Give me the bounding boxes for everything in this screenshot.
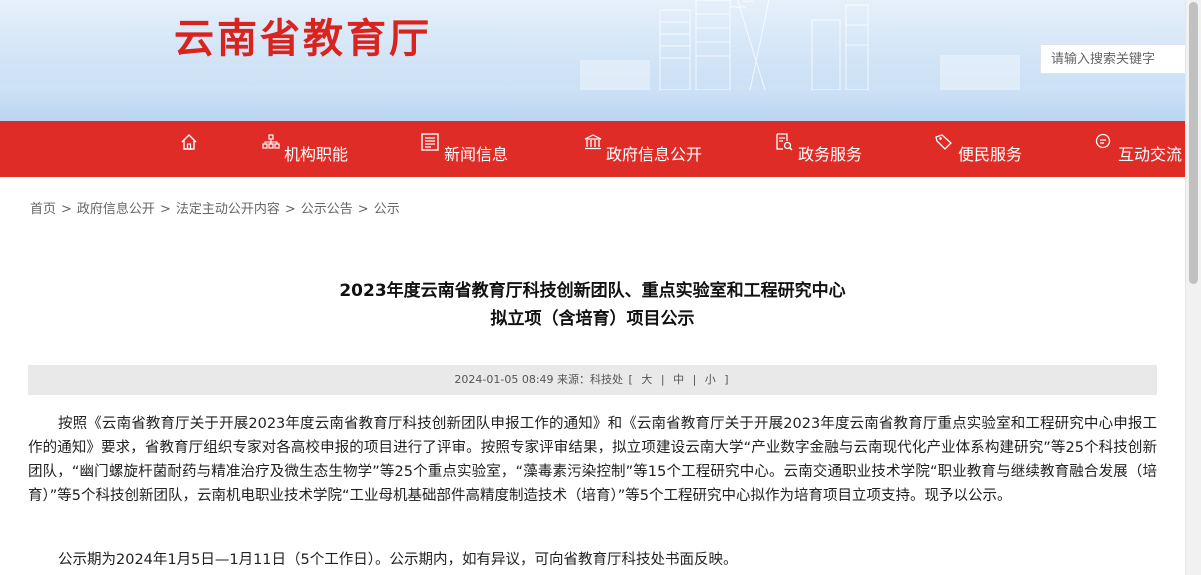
- nav-item-label: 政府信息公开: [606, 145, 703, 164]
- site-banner: 云南省教育厅: [0, 0, 1201, 121]
- bracket-close: ]: [724, 373, 729, 386]
- site-title[interactable]: 云南省教育厅: [174, 14, 432, 64]
- breadcrumb-announcements[interactable]: 公示公告: [301, 202, 353, 217]
- nav-home[interactable]: [180, 121, 202, 177]
- article-meta-bar: 2024-01-05 08:49 来源：科技处 [ 大 | 中 | 小 ]: [28, 365, 1157, 395]
- font-size-divider: |: [692, 373, 697, 386]
- nav-item-news[interactable]: 新闻信息: [420, 121, 508, 177]
- breadcrumb-home[interactable]: 首页: [30, 202, 56, 217]
- breadcrumb-public-notice[interactable]: 公示: [374, 202, 400, 217]
- font-size-divider: |: [660, 373, 665, 386]
- nav-item-label: 政务服务: [798, 145, 863, 164]
- breadcrumb-separator: >: [357, 202, 369, 217]
- home-icon: [180, 133, 198, 155]
- nav-item-label: 新闻信息: [444, 145, 509, 164]
- banner-band: [0, 86, 1201, 121]
- chat-bubble-icon: [1094, 133, 1114, 155]
- breadcrumb-separator: >: [159, 202, 171, 217]
- breadcrumb-separator: >: [284, 202, 296, 217]
- search-box[interactable]: [1040, 44, 1201, 74]
- nav-item-label: 互动交流: [1118, 145, 1183, 164]
- source-name: 科技处: [590, 373, 624, 386]
- nav-item-label: 便民服务: [958, 145, 1023, 164]
- document-search-icon: [774, 132, 794, 156]
- font-size-small-button[interactable]: 小: [705, 373, 716, 386]
- org-chart-icon: [262, 134, 280, 154]
- nav-item-org[interactable]: 机构职能: [262, 121, 348, 177]
- scrollbar-thumb[interactable]: [1189, 2, 1198, 284]
- search-input[interactable]: [1041, 45, 1201, 73]
- breadcrumb-separator: >: [61, 202, 72, 217]
- city-skyline-graphic: [580, 0, 1020, 90]
- font-size-large-button[interactable]: 大: [641, 373, 652, 386]
- font-size-medium-button[interactable]: 中: [673, 373, 684, 386]
- nav-item-label: 机构职能: [284, 145, 349, 164]
- source-label: 来源：: [557, 373, 591, 386]
- government-building-icon: [584, 134, 602, 154]
- publish-date: 2024-01-05 08:49: [454, 373, 554, 386]
- nav-item-interaction[interactable]: 互动交流: [1094, 121, 1182, 177]
- article-title-line2: 拟立项（含培育）项目公示: [490, 309, 695, 329]
- nav-item-gov-info[interactable]: 政府信息公开: [584, 121, 702, 177]
- newspaper-icon: [420, 132, 440, 156]
- article-paragraph-1: 按照《云南省教育厅关于开展2023年度云南省教育厅科技创新团队申报工作的通知》和…: [28, 416, 1157, 504]
- main-nav: 机构职能 新闻信息 政府信息公开 政务服务 便民服务 互动交流: [0, 121, 1201, 177]
- page-scrollbar[interactable]: [1185, 0, 1201, 575]
- breadcrumb-gov-info[interactable]: 政府信息公开: [77, 202, 155, 217]
- nav-item-convenience[interactable]: 便民服务: [934, 121, 1022, 177]
- article-paragraph-2: 公示期为2024年1月5日—1月11日（5个工作日）。公示期内，如有异议，可向省…: [58, 552, 738, 568]
- bracket-open: [: [628, 373, 633, 386]
- breadcrumb: 首页 > 政府信息公开 > 法定主动公开内容 > 公示公告 > 公示: [30, 198, 400, 217]
- tag-icon: [934, 133, 954, 155]
- article-title-line1: 2023年度云南省教育厅科技创新团队、重点实验室和工程研究中心: [339, 281, 846, 301]
- nav-item-services[interactable]: 政务服务: [774, 121, 862, 177]
- breadcrumb-mandatory-disclosure[interactable]: 法定主动公开内容: [176, 202, 280, 217]
